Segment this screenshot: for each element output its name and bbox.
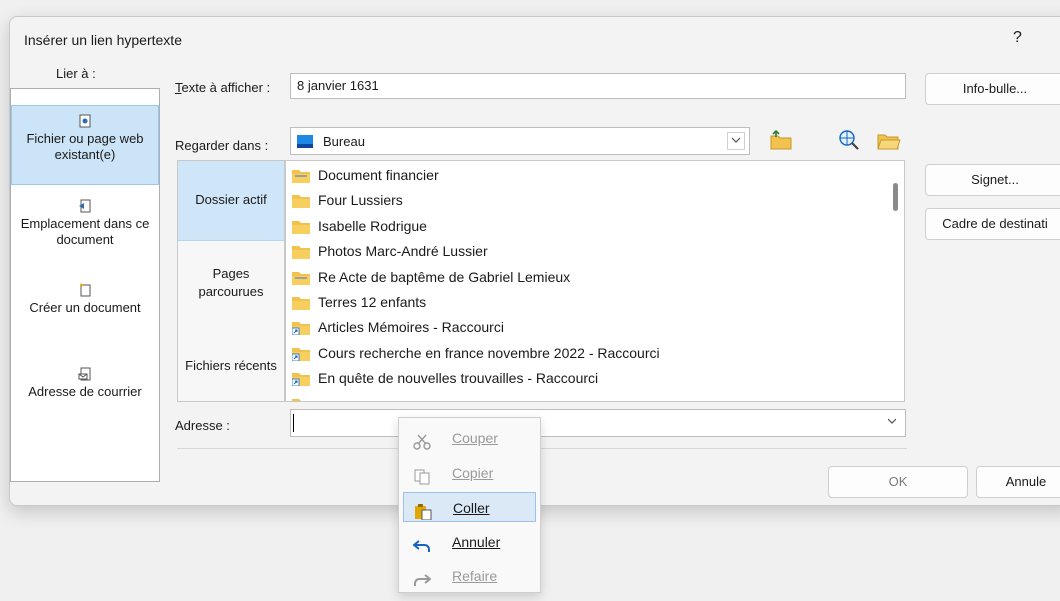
chevron-down-icon xyxy=(888,418,896,424)
link-place-in-document-label: Emplacement dans ce document xyxy=(20,216,150,247)
link-create-document[interactable]: Créer un document xyxy=(11,277,159,316)
shortcut-folder-icon xyxy=(292,396,318,401)
shortcut-folder-icon xyxy=(292,319,318,336)
folder-icon xyxy=(292,243,318,260)
file-list-item[interactable]: Photos Marc-André Lussier xyxy=(292,240,488,262)
file-list-item[interactable]: Terres 12 enfants xyxy=(292,291,426,313)
address-label: Adresse : xyxy=(175,418,230,433)
up-folder-icon[interactable] xyxy=(768,127,794,153)
file-list-item[interactable]: Four Lussiers xyxy=(292,189,403,211)
tab-browsed-pages-label: Pages parcourues xyxy=(198,266,264,299)
tooltip-button[interactable]: Info-bulle... xyxy=(925,73,1060,105)
look-in-value: Bureau xyxy=(323,134,365,149)
file-list-item-label: Cours recherche en france novembre 2022 … xyxy=(318,344,660,361)
link-existing-file-label: Fichier ou page web existant(e) xyxy=(26,131,144,162)
undo-menu-item-label: Annuler xyxy=(452,533,501,550)
paste-menu-item[interactable]: Coller xyxy=(403,492,536,522)
shortcut-folder-icon xyxy=(292,370,318,387)
file-list-item[interactable]: Document financier xyxy=(292,164,439,186)
file-list-item-label: Four Lussiers xyxy=(318,192,403,209)
address-input[interactable] xyxy=(290,409,906,437)
folder-icon xyxy=(292,218,318,234)
browse-subnav: Dossier actif Pages parcourues Fichiers … xyxy=(177,160,285,402)
redo-menu-item[interactable]: Refaire xyxy=(403,561,536,591)
link-to-label: Lier à : xyxy=(56,66,96,81)
redo-menu-item-label: Refaire xyxy=(452,568,498,584)
new-document-icon xyxy=(80,283,91,297)
file-list-item-label: Photos Marc-André Lussier xyxy=(318,243,488,260)
file-list-item[interactable]: Cours recherche en france novembre 2022 … xyxy=(292,342,660,364)
browse-file-icon[interactable] xyxy=(875,127,901,153)
file-list[interactable]: Document financier Four Lussiers Isabelle … xyxy=(285,160,905,402)
shared-folder-icon xyxy=(292,167,318,183)
copy-menu-item-label: Copier xyxy=(452,464,494,481)
shared-folder-icon xyxy=(292,269,318,285)
file-list-item[interactable]: Isabelle Rodrigue xyxy=(292,215,427,237)
look-in-chevron[interactable] xyxy=(727,132,745,150)
target-frame-button[interactable]: Cadre de destinati xyxy=(925,208,1060,240)
email-address-icon xyxy=(78,367,91,381)
look-in-dropdown[interactable]: Bureau xyxy=(290,127,750,155)
look-in-label: Regarder dans : xyxy=(175,138,269,153)
ok-button[interactable]: OK xyxy=(828,466,968,498)
text-cursor xyxy=(293,414,294,432)
file-list-item[interactable]: Re Acte de baptême de Gabriel Lemieux xyxy=(292,266,570,288)
scrollbar-thumb[interactable] xyxy=(893,183,898,211)
tab-recent-files-label: Fichiers récents xyxy=(185,358,277,373)
file-page-icon xyxy=(79,114,91,128)
tab-current-folder[interactable]: Dossier actif xyxy=(178,161,284,241)
shortcut-folder-icon xyxy=(292,345,318,361)
copy-menu-item[interactable]: Copier xyxy=(403,458,536,488)
link-create-document-label: Créer un document xyxy=(29,300,141,315)
file-list-item[interactable]: Articles Mémoires - Raccourci xyxy=(292,316,504,338)
folder-icon xyxy=(292,294,318,310)
bookmark-button[interactable]: Signet... xyxy=(925,164,1060,196)
separator xyxy=(177,448,907,449)
paste-menu-item-label: Coller xyxy=(453,500,490,516)
undo-icon xyxy=(412,534,431,552)
undo-menu-item[interactable]: Annuler xyxy=(403,527,536,557)
link-place-in-document[interactable]: Emplacement dans ce document xyxy=(11,193,159,248)
scissors-icon xyxy=(413,430,431,450)
address-chevron[interactable] xyxy=(883,414,901,432)
folder-icon xyxy=(292,192,318,209)
desktop-icon xyxy=(297,135,313,148)
cut-menu-item-label: Couper xyxy=(452,430,498,446)
help-button[interactable]: ? xyxy=(1013,29,1022,47)
link-existing-file[interactable]: Fichier ou page web existant(e) xyxy=(11,105,159,185)
chevron-down-icon xyxy=(732,137,740,143)
file-list-item[interactable]: En quête de nouvelles trouvailles - Racc… xyxy=(292,367,598,389)
tab-browsed-pages[interactable]: Pages parcourues xyxy=(178,265,284,301)
file-list-item-label: Re Acte de baptême de Gabriel Lemieux xyxy=(318,268,571,285)
tab-recent-files[interactable]: Fichiers récents xyxy=(178,357,284,375)
text-to-display-label-text: exte à afficher : xyxy=(181,80,271,95)
file-list-item-label: Articles Mémoires - Raccourci xyxy=(318,319,504,336)
tab-current-folder-label: Dossier actif xyxy=(195,192,267,207)
copy-icon xyxy=(413,465,431,484)
link-email-address-label: Adresse de courrier xyxy=(28,384,142,399)
file-list-item-label: Document financier xyxy=(318,167,439,183)
browse-web-icon[interactable] xyxy=(836,127,862,153)
text-to-display-input[interactable]: 8 janvier 1631 xyxy=(290,73,906,99)
file-list-item-label: Isabelle Rodrigue xyxy=(318,217,427,234)
text-to-display-label: Texte à afficher : xyxy=(175,80,271,95)
file-list-item[interactable] xyxy=(292,393,318,401)
dialog-title: Insérer un lien hypertexte xyxy=(24,32,182,48)
context-menu: Couper Copier Coller Annuler Refaire xyxy=(398,417,541,593)
cancel-button[interactable]: Annule xyxy=(976,466,1060,498)
redo-icon xyxy=(413,568,432,586)
paste-icon xyxy=(414,500,432,521)
cut-menu-item[interactable]: Couper xyxy=(403,423,536,453)
link-email-address[interactable]: Adresse de courrier xyxy=(11,361,159,400)
title-bar[interactable]: Insérer un lien hypertexte ? xyxy=(10,17,1060,61)
document-location-icon xyxy=(79,199,91,213)
file-list-item-label: En quête de nouvelles trouvailles - Racc… xyxy=(318,370,599,387)
file-list-item-label: Terres 12 enfants xyxy=(318,294,427,310)
link-to-bar: Fichier ou page web existant(e) Emplacem… xyxy=(10,88,160,482)
